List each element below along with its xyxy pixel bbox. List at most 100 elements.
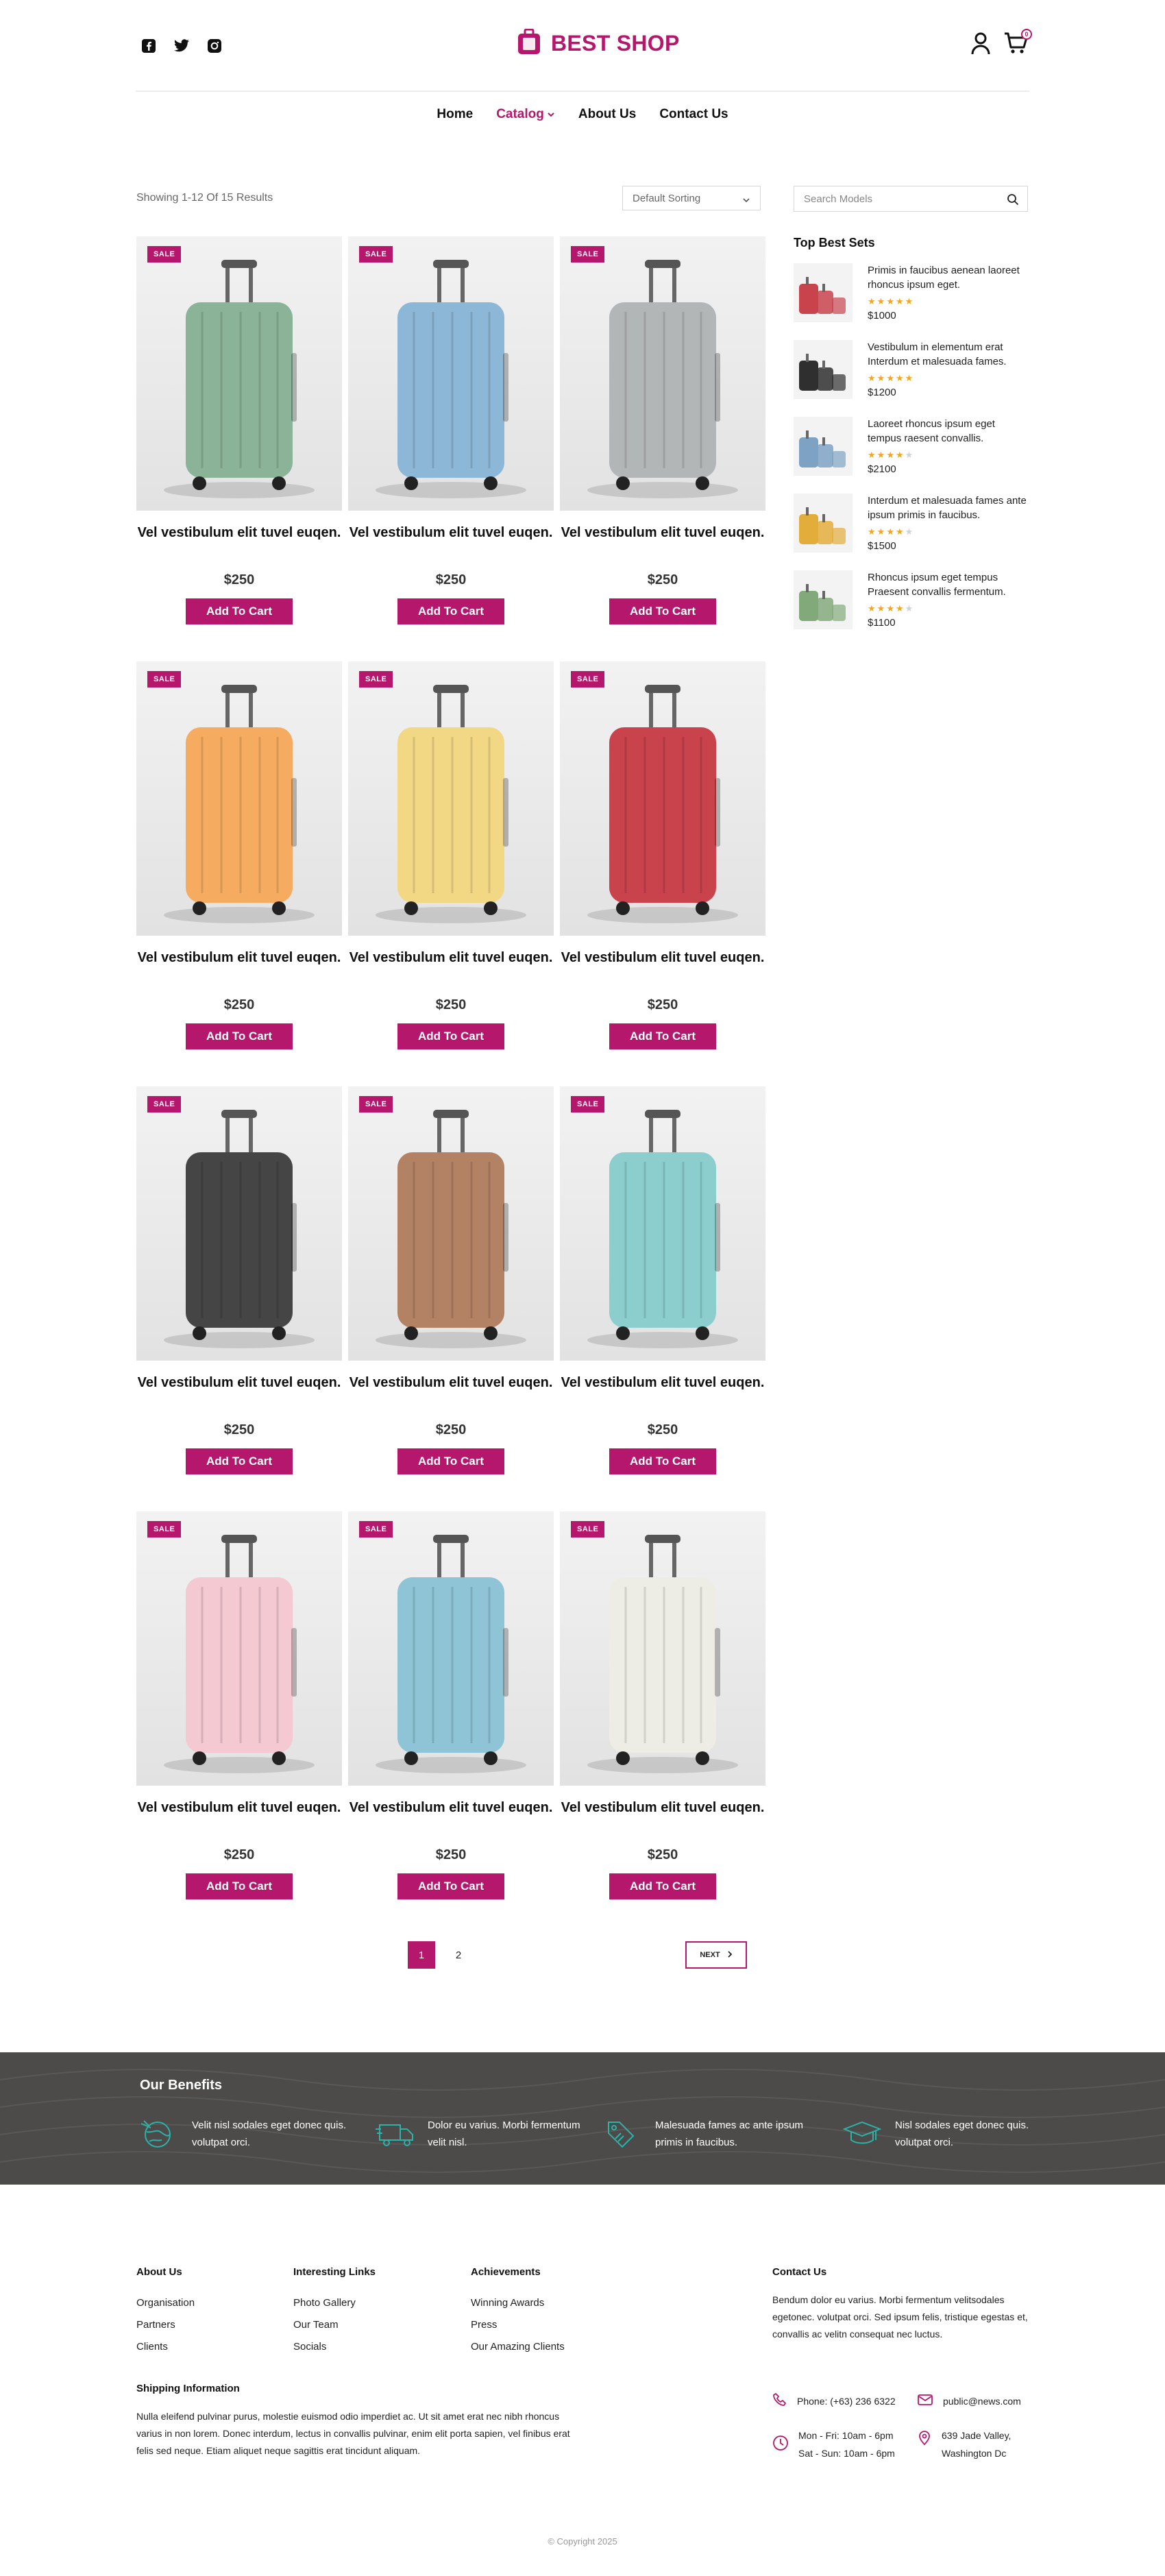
product-image[interactable]: SALE <box>560 1511 765 1786</box>
best-set-item[interactable]: Laoreet rhoncus ipsum eget tempus raesen… <box>794 417 1028 485</box>
next-page-button[interactable]: NEXT <box>685 1941 747 1969</box>
product-card[interactable]: SALE Vel vestibulum elit tuvel euqen. $250… <box>560 661 765 1066</box>
nav-catalog[interactable]: Catalog <box>496 107 555 122</box>
facebook-icon[interactable] <box>140 37 158 55</box>
product-image[interactable]: SALE <box>560 661 765 936</box>
footer-link[interactable]: Our Amazing Clients <box>471 2341 565 2353</box>
product-card[interactable]: SALE Vel vestibulum elit tuvel euqen. $250… <box>348 1086 554 1491</box>
nav-about-us[interactable]: About Us <box>578 107 636 122</box>
add-to-cart-button[interactable]: Add To Cart <box>186 1023 293 1049</box>
footer-link[interactable]: Organisation <box>136 2297 195 2309</box>
star-icon: ★ <box>905 450 913 460</box>
product-image[interactable]: SALE <box>560 1086 765 1361</box>
page-2-button[interactable]: 2 <box>445 1941 472 1969</box>
product-title[interactable]: Vel vestibulum elit tuvel euqen. <box>560 523 765 542</box>
best-set-thumbnail[interactable] <box>794 570 853 629</box>
add-to-cart-button[interactable]: Add To Cart <box>609 1023 716 1049</box>
best-set-item[interactable]: Primis in faucibus aenean laoreet rhoncu… <box>794 263 1028 332</box>
star-icon: ★ <box>868 373 876 383</box>
best-set-item[interactable]: Interdum et malesuada fames ante ipsum p… <box>794 494 1028 562</box>
footer-link[interactable]: Our Team <box>293 2319 376 2331</box>
instagram-icon[interactable] <box>206 37 223 55</box>
search-icon[interactable] <box>1007 193 1019 209</box>
add-to-cart-button[interactable]: Add To Cart <box>397 598 504 624</box>
product-image[interactable]: SALE <box>348 1511 554 1786</box>
product-card[interactable]: SALE Vel vestibulum elit tuvel euqen. $250… <box>348 1511 554 1916</box>
product-title[interactable]: Vel vestibulum elit tuvel euqen. <box>560 948 765 967</box>
footer-link[interactable]: Winning Awards <box>471 2297 565 2309</box>
best-set-thumbnail[interactable] <box>794 417 853 476</box>
best-set-title[interactable]: Primis in faucibus aenean laoreet rhoncu… <box>868 263 1029 292</box>
product-card[interactable]: SALE Vel vestibulum elit tuvel euqen. $250… <box>136 661 342 1066</box>
footer-link[interactable]: Press <box>471 2319 565 2331</box>
best-set-item[interactable]: Rhoncus ipsum eget tempus Praesent conva… <box>794 570 1028 639</box>
add-to-cart-button[interactable]: Add To Cart <box>397 1023 504 1049</box>
product-card[interactable]: SALE Vel vestibulum elit tuvel euqen. $250… <box>136 1511 342 1916</box>
sort-select[interactable]: Default Sorting <box>622 186 761 210</box>
best-set-title[interactable]: Interdum et malesuada fames ante ipsum p… <box>868 494 1029 522</box>
best-set-thumbnail[interactable] <box>794 494 853 552</box>
add-to-cart-button[interactable]: Add To Cart <box>609 598 716 624</box>
footer-link[interactable]: Partners <box>136 2319 195 2331</box>
best-set-thumbnail[interactable] <box>794 340 853 399</box>
nav-contact-us[interactable]: Contact Us <box>659 107 728 122</box>
product-image[interactable]: SALE <box>136 236 342 511</box>
rating-stars: ★ ★ ★ ★ ★ <box>868 450 913 461</box>
best-set-title[interactable]: Laoreet rhoncus ipsum eget tempus raesen… <box>868 417 1029 446</box>
product-card[interactable]: SALE Vel vestibulum elit tuvel euqen. $250… <box>348 236 554 641</box>
product-card[interactable]: SALE Vel vestibulum elit tuvel euqen. $250… <box>560 1086 765 1491</box>
product-card[interactable]: SALE Vel vestibulum elit tuvel euqen. $250… <box>560 236 765 641</box>
product-image[interactable]: SALE <box>348 1086 554 1361</box>
footer-link[interactable]: Clients <box>136 2341 195 2353</box>
footer-interesting-title: Interesting Links <box>293 2266 376 2278</box>
page-1-button[interactable]: 1 <box>408 1941 435 1969</box>
add-to-cart-button[interactable]: Add To Cart <box>609 1873 716 1899</box>
product-title[interactable]: Vel vestibulum elit tuvel euqen. <box>348 948 554 967</box>
footer-link[interactable]: Socials <box>293 2341 376 2353</box>
best-set-title[interactable]: Rhoncus ipsum eget tempus Praesent conva… <box>868 570 1029 599</box>
product-price: $250 <box>435 572 467 587</box>
product-title[interactable]: Vel vestibulum elit tuvel euqen. <box>136 523 342 542</box>
product-card[interactable]: SALE Vel vestibulum elit tuvel euqen. $250… <box>560 1511 765 1916</box>
product-title[interactable]: Vel vestibulum elit tuvel euqen. <box>560 1373 765 1392</box>
best-set-title[interactable]: Vestibulum in elementum erat Interdum et… <box>868 340 1029 369</box>
add-to-cart-button[interactable]: Add To Cart <box>397 1873 504 1899</box>
product-card[interactable]: SALE Vel vestibulum elit tuvel euqen. $250… <box>136 236 342 641</box>
product-card[interactable]: SALE Vel vestibulum elit tuvel euqen. $250… <box>348 661 554 1066</box>
star-icon: ★ <box>886 450 894 460</box>
product-price: $250 <box>647 572 678 587</box>
product-title[interactable]: Vel vestibulum elit tuvel euqen. <box>348 1373 554 1392</box>
add-to-cart-button[interactable]: Add To Cart <box>186 1873 293 1899</box>
contact-phone[interactable]: Phone: (+63) 236 6322 <box>772 2392 896 2413</box>
product-title[interactable]: Vel vestibulum elit tuvel euqen. <box>136 1373 342 1392</box>
product-image[interactable]: SALE <box>348 236 554 511</box>
search-input[interactable] <box>804 193 996 205</box>
product-title[interactable]: Vel vestibulum elit tuvel euqen. <box>136 948 342 967</box>
benefit-text: Velit nisl sodales eget donec quis. volu… <box>192 2119 347 2148</box>
add-to-cart-button[interactable]: Add To Cart <box>609 1448 716 1474</box>
add-to-cart-button[interactable]: Add To Cart <box>397 1448 504 1474</box>
product-card[interactable]: SALE Vel vestibulum elit tuvel euqen. $250… <box>136 1086 342 1491</box>
twitter-icon[interactable] <box>173 37 191 55</box>
product-image[interactable]: SALE <box>348 661 554 936</box>
product-image[interactable]: SALE <box>136 661 342 936</box>
best-set-thumbnail[interactable] <box>794 263 853 322</box>
product-title[interactable]: Vel vestibulum elit tuvel euqen. <box>348 523 554 542</box>
nav-home[interactable]: Home <box>437 107 473 122</box>
user-icon[interactable] <box>970 32 991 58</box>
product-image[interactable]: SALE <box>136 1511 342 1786</box>
add-to-cart-button[interactable]: Add To Cart <box>186 598 293 624</box>
cart-icon[interactable]: 0 <box>1003 29 1032 58</box>
graduation-cap-icon <box>842 2118 884 2150</box>
footer-link[interactable]: Photo Gallery <box>293 2297 376 2309</box>
product-image[interactable]: SALE <box>136 1086 342 1361</box>
best-set-price: $1100 <box>868 617 896 629</box>
product-title[interactable]: Vel vestibulum elit tuvel euqen. <box>136 1798 342 1817</box>
product-title[interactable]: Vel vestibulum elit tuvel euqen. <box>560 1798 765 1817</box>
best-set-item[interactable]: Vestibulum in elementum erat Interdum et… <box>794 340 1028 409</box>
product-title[interactable]: Vel vestibulum elit tuvel euqen. <box>348 1798 554 1817</box>
product-image[interactable]: SALE <box>560 236 765 511</box>
brand-logo[interactable]: BEST SHOP <box>517 28 680 58</box>
contact-email[interactable]: public@news.com <box>917 2392 1021 2413</box>
add-to-cart-button[interactable]: Add To Cart <box>186 1448 293 1474</box>
